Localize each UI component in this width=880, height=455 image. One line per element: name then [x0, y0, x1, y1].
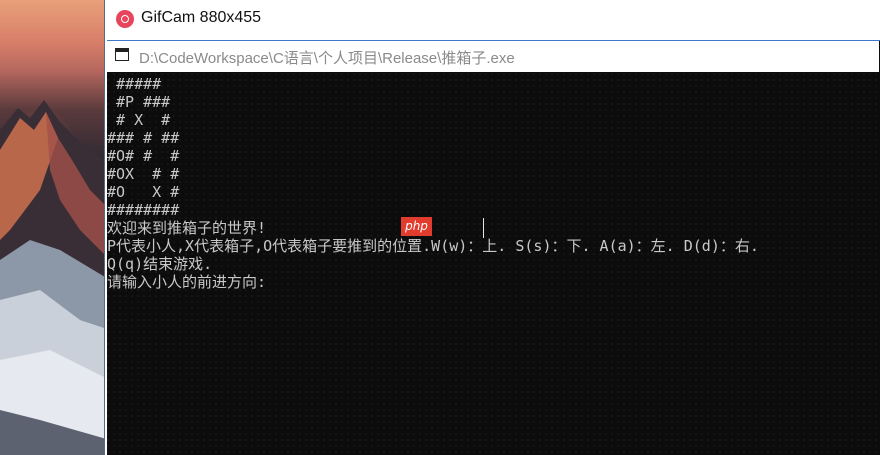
map-row: ########	[107, 201, 180, 219]
console-window-title: D:\CodeWorkspace\C语言\个人项目\Release\推箱子.ex…	[139, 50, 515, 67]
map-row: ### # ##	[107, 129, 180, 147]
console-app-icon	[115, 48, 129, 61]
map-row: #O X #	[107, 183, 180, 201]
gifcam-app-icon	[116, 10, 134, 28]
console-line: P代表小人,X代表箱子,O代表箱子要推到的位置.W(w)：上. S(s)：下. …	[107, 237, 759, 255]
text-cursor	[483, 218, 484, 238]
console-window: D:\CodeWorkspace\C语言\个人项目\Release\推箱子.ex…	[107, 40, 880, 455]
console-output-text: ##### #P ### # X # ### # ## #O# # # #OX …	[107, 75, 759, 291]
console-titlebar[interactable]: D:\CodeWorkspace\C语言\个人项目\Release\推箱子.ex…	[107, 41, 879, 72]
map-row: #####	[107, 75, 162, 93]
php-watermark-badge: php	[401, 217, 432, 236]
console-line: Q(q)结束游戏.	[107, 255, 213, 273]
console-line: 欢迎来到推箱子的世界!	[107, 219, 267, 237]
map-row: #O# # #	[107, 147, 180, 165]
map-row: # X #	[107, 111, 171, 129]
gifcam-title: GifCam 880x455	[141, 9, 262, 26]
console-line: 请输入小人的前进方向:	[107, 273, 267, 291]
map-row: #OX # #	[107, 165, 180, 183]
console-output-area[interactable]: ##### #P ### # X # ### # ## #O# # # #OX …	[107, 73, 879, 455]
map-row: #P ###	[107, 93, 171, 111]
mountain-image	[0, 100, 110, 455]
gifcam-titlebar[interactable]: GifCam 880x455	[105, 0, 880, 38]
gifcam-window: GifCam 880x455 D:\CodeWorkspace\C语言\个人项目…	[104, 0, 880, 455]
